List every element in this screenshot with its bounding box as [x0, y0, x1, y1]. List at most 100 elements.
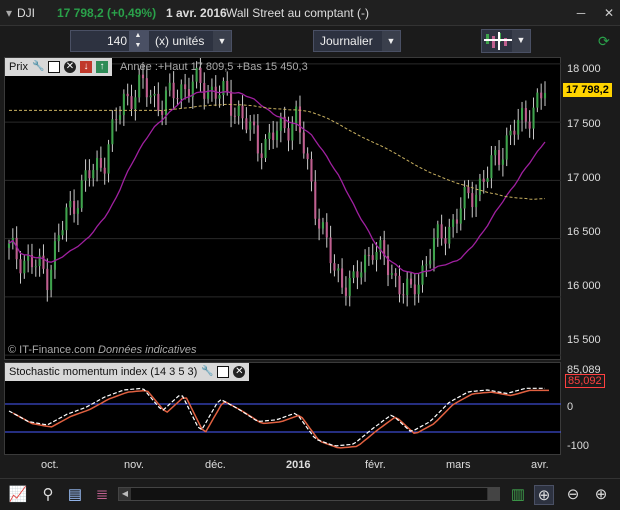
candle-body [509, 130, 512, 136]
candle-body [432, 237, 436, 261]
candle-body [53, 241, 56, 270]
candle-body [130, 96, 133, 109]
layers-icon[interactable]: ▤ [65, 485, 85, 505]
candle-body [390, 273, 393, 276]
candle-body [321, 222, 324, 229]
candle-body [50, 269, 53, 291]
candle-body [168, 82, 171, 91]
candlestick-icon[interactable]: ▥ [508, 485, 528, 505]
candle-body [540, 92, 543, 99]
copyright-text: © IT-Finance.com [8, 344, 95, 356]
candle-body [279, 116, 282, 131]
stochastic-chart[interactable]: Stochastic momentum index (14 3 5 3) 🔧 ✕ [4, 362, 562, 455]
stoch-tick: -100 [567, 440, 590, 452]
chart-type-button[interactable]: ▼ [481, 29, 531, 53]
units-input[interactable]: 140 ▲ ▼ [70, 30, 148, 52]
candle-body [532, 107, 535, 129]
candle-body [264, 138, 267, 158]
candle-body [34, 266, 37, 268]
candle-body [394, 273, 397, 276]
stoch-pane-header: Stochastic momentum index (14 3 5 3) 🔧 ✕ [5, 363, 250, 381]
candle-body [478, 178, 481, 195]
wrench-icon[interactable]: 🔧 [32, 61, 44, 73]
price-scale[interactable]: 18 000 17 500 17 000 16 500 16 000 15 50… [561, 57, 620, 360]
dropdown-icon[interactable]: ▾ [6, 6, 12, 20]
candle-body [203, 82, 206, 99]
candle-body [210, 86, 213, 91]
candle-body [80, 180, 83, 209]
zoom-out-icon[interactable]: ⊖ [563, 485, 583, 505]
window-icon[interactable] [47, 61, 60, 73]
disclaimer-text: Données indicatives [98, 344, 197, 356]
candle-body [413, 284, 416, 295]
candle-body [126, 93, 129, 97]
candle-body [230, 91, 233, 116]
refresh-icon[interactable]: ⟳ [598, 33, 616, 51]
magnet-icon[interactable]: ⚲ [38, 485, 58, 505]
candle-body [486, 178, 489, 182]
export-icon[interactable]: ↓ [79, 61, 92, 73]
candle-body [459, 208, 462, 224]
candle-body [440, 224, 443, 239]
chevron-down-icon[interactable]: ▼ [213, 31, 231, 51]
chevron-down-icon[interactable]: ▼ [512, 30, 530, 52]
zoom-fit-icon[interactable]: ⊕ [534, 485, 554, 505]
candle-body [513, 130, 516, 135]
candle-body [88, 170, 91, 179]
time-label: févr. [365, 459, 386, 471]
copyright-note: © IT-Finance.com Données indicatives [8, 344, 196, 356]
price-tick: 17 000 [567, 172, 601, 184]
candle-body [536, 92, 539, 108]
date-label: 1 avr. 2016 [166, 6, 227, 20]
draw-chart-icon[interactable]: 📈 [8, 485, 28, 505]
close-icon[interactable]: ✕ [63, 61, 76, 73]
time-label: avr. [531, 459, 549, 471]
scroll-left-icon[interactable]: ◀ [119, 488, 131, 500]
candle-body [310, 159, 313, 182]
minimize-icon[interactable]: ─ [574, 6, 588, 20]
close-icon[interactable]: ✕ [233, 366, 246, 378]
time-label: oct. [41, 459, 59, 471]
wrench-icon[interactable]: 🔧 [201, 366, 213, 378]
candle-body [436, 224, 439, 238]
candle-body [57, 235, 60, 242]
close-icon[interactable]: ✕ [602, 6, 616, 20]
candle-body [287, 128, 290, 141]
candle-body [505, 135, 508, 160]
candle-body [241, 105, 244, 119]
stochastic-scale: 85,089 85,092 0 -100 [561, 362, 620, 455]
stoch-value-badge: 85,092 [565, 374, 605, 388]
candle-body [19, 259, 22, 274]
stepper-icon[interactable]: ▲ ▼ [129, 31, 147, 51]
candle-body [99, 157, 102, 168]
chart-type-icon [484, 32, 514, 50]
candle-body [115, 119, 118, 121]
candle-body [341, 268, 344, 288]
time-axis[interactable]: oct. nov. déc. 2016 févr. mars avr. [4, 455, 561, 475]
candle-body [134, 97, 137, 109]
candle-body [356, 271, 359, 278]
candle-body [252, 121, 256, 126]
chevron-down-icon[interactable]: ▼ [382, 31, 400, 51]
candle-body [344, 287, 347, 296]
import-icon[interactable]: ↑ [95, 61, 108, 73]
period-select[interactable]: Journalier ▼ [313, 30, 401, 52]
time-label: déc. [205, 459, 226, 471]
candle-body [494, 150, 497, 156]
zoom-in-icon[interactable]: ⊕ [591, 485, 611, 505]
time-scrollbar[interactable]: ◀ ▶ [118, 487, 500, 501]
candle-body [501, 159, 504, 165]
window-icon[interactable] [217, 366, 230, 378]
candle-body [275, 130, 279, 141]
candle-body [371, 255, 374, 260]
indicators-icon[interactable]: ≣ [92, 485, 112, 505]
candle-body [406, 278, 409, 296]
change-label: 17 798,2 (+0,49%) [57, 6, 157, 20]
price-plot[interactable] [5, 58, 562, 361]
scroll-thumb[interactable] [488, 487, 500, 501]
candle-body [149, 95, 152, 98]
time-label: 2016 [286, 459, 311, 471]
price-chart[interactable]: Prix 🔧 ✕ ↓ ↑ Année :+Haut 17 809,5 +Bas … [4, 57, 562, 361]
candle-body [268, 132, 271, 139]
units-select[interactable]: (x) unités ▼ [148, 30, 232, 52]
